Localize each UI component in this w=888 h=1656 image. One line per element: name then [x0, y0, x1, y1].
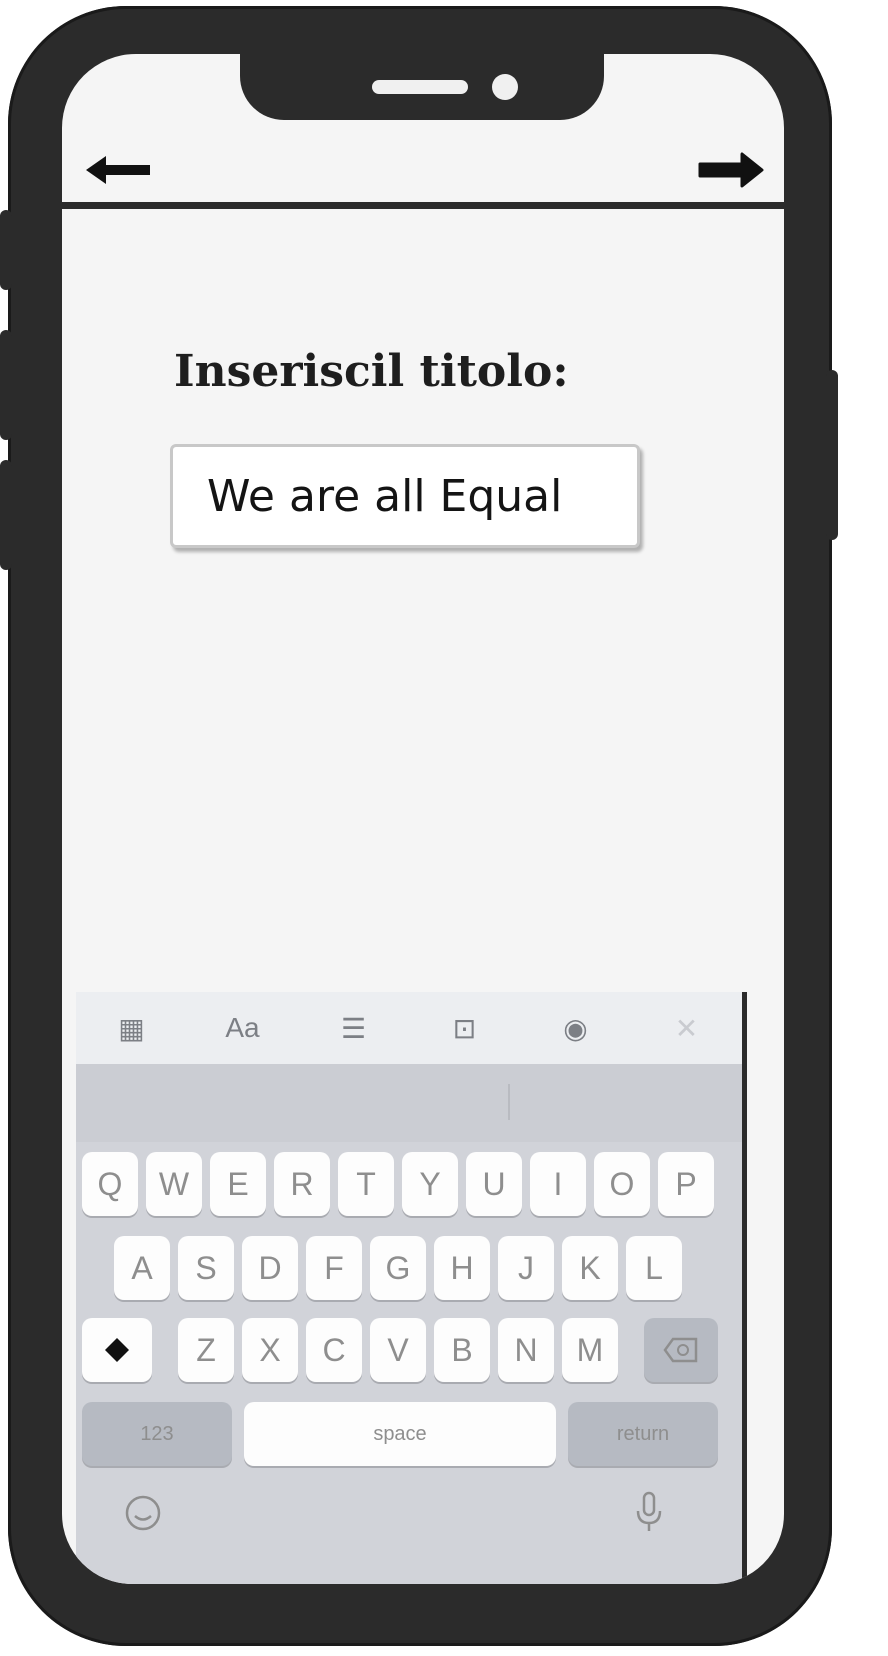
title-prompt-label: Inseriscil titolo: — [174, 346, 569, 397]
speaker — [372, 80, 468, 94]
close-icon[interactable]: ✕ — [662, 1003, 712, 1053]
checklist-icon[interactable]: ☰ — [329, 1003, 379, 1053]
delete-key[interactable] — [644, 1318, 718, 1382]
key-w[interactable]: W — [146, 1152, 202, 1216]
key-v[interactable]: V — [370, 1318, 426, 1382]
key-p[interactable]: P — [658, 1152, 714, 1216]
key-i[interactable]: I — [530, 1152, 586, 1216]
keyboard: ▦ Aa ☰ ⊡ ◉ ✕ Q W E R T Y U I O P A S D F… — [76, 992, 742, 1584]
key-q[interactable]: Q — [82, 1152, 138, 1216]
key-s[interactable]: S — [178, 1236, 234, 1300]
key-d[interactable]: D — [242, 1236, 298, 1300]
delete-icon — [663, 1337, 698, 1363]
front-camera — [492, 74, 518, 100]
key-o[interactable]: O — [594, 1152, 650, 1216]
volume-down-button — [0, 460, 12, 570]
key-u[interactable]: U — [466, 1152, 522, 1216]
key-z[interactable]: Z — [178, 1318, 234, 1382]
emoji-icon — [125, 1495, 161, 1531]
key-h[interactable]: H — [434, 1236, 490, 1300]
key-y[interactable]: Y — [402, 1152, 458, 1216]
phone-frame: Inseriscil titolo: ▦ Aa ☰ ⊡ ◉ ✕ Q W E R … — [8, 6, 832, 1646]
microphone-icon — [636, 1491, 662, 1531]
emoji-button[interactable] — [118, 1488, 168, 1538]
back-button[interactable] — [82, 150, 154, 190]
table-icon[interactable]: ▦ — [107, 1003, 157, 1053]
keyboard-toolbar: ▦ Aa ☰ ⊡ ◉ ✕ — [76, 992, 742, 1064]
key-l[interactable]: L — [626, 1236, 682, 1300]
key-b[interactable]: B — [434, 1318, 490, 1382]
return-key[interactable]: return — [568, 1402, 718, 1466]
key-m[interactable]: M — [562, 1318, 618, 1382]
mute-switch — [0, 210, 12, 290]
microphone-button[interactable] — [624, 1488, 674, 1538]
title-input[interactable] — [170, 444, 640, 548]
screen: Inseriscil titolo: ▦ Aa ☰ ⊡ ◉ ✕ Q W E R … — [62, 54, 784, 1584]
key-r[interactable]: R — [274, 1152, 330, 1216]
power-button — [826, 370, 838, 540]
key-e[interactable]: E — [210, 1152, 266, 1216]
notch — [240, 54, 604, 120]
arrow-left-icon — [86, 156, 150, 184]
key-c[interactable]: C — [306, 1318, 362, 1382]
key-f[interactable]: F — [306, 1236, 362, 1300]
keyboard-edge — [742, 992, 747, 1584]
pen-circle-icon[interactable]: ◉ — [551, 1003, 601, 1053]
text-format-icon[interactable]: Aa — [218, 1003, 268, 1053]
key-t[interactable]: T — [338, 1152, 394, 1216]
volume-up-button — [0, 330, 12, 440]
shift-icon — [105, 1338, 129, 1362]
arrow-right-icon — [698, 152, 764, 188]
key-k[interactable]: K — [562, 1236, 618, 1300]
camera-icon[interactable]: ⊡ — [440, 1003, 490, 1053]
space-key[interactable]: space — [244, 1402, 556, 1466]
numbers-key[interactable]: 123 — [82, 1402, 232, 1466]
suggestion-bar — [76, 1064, 742, 1142]
key-a[interactable]: A — [114, 1236, 170, 1300]
key-j[interactable]: J — [498, 1236, 554, 1300]
key-g[interactable]: G — [370, 1236, 426, 1300]
key-n[interactable]: N — [498, 1318, 554, 1382]
suggestion-divider — [508, 1084, 510, 1120]
key-x[interactable]: X — [242, 1318, 298, 1382]
forward-button[interactable] — [694, 150, 766, 190]
shift-key[interactable] — [82, 1318, 152, 1382]
nav-divider — [62, 202, 784, 209]
